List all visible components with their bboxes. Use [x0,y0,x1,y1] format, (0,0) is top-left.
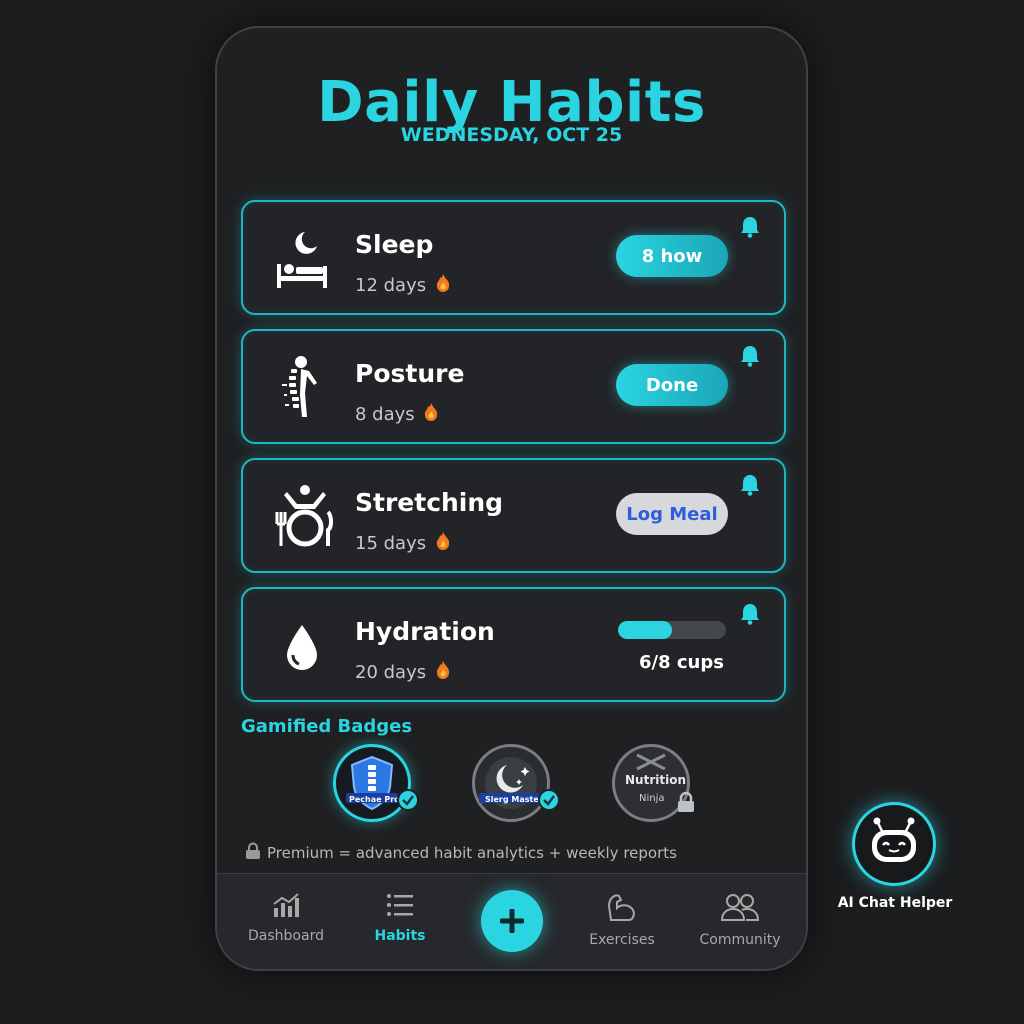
nav-item-community[interactable]: Community [685,892,795,948]
premium-note: Premium = advanced habit analytics + wee… [245,842,677,862]
sleep-bed-moon-icon [277,232,327,288]
badge-nutrition-ninja[interactable]: Nutrition Ninja [612,744,694,822]
badge-label: Pechae Pro [349,795,400,804]
hydration-progress-text: 6/8 cups [639,652,724,673]
habit-streak: 8 days [355,403,438,425]
bottom-nav: Dashboard Habits Exercises Community [217,873,806,969]
water-drop-icon [287,625,317,670]
habit-name: Posture [355,359,465,388]
badge-label: Nutrition [625,773,686,787]
log-meal-button[interactable]: Log Meal [616,493,728,535]
habit-streak-text: 15 days [355,533,427,554]
habit-name: Stretching [355,488,504,517]
lock-icon [246,842,260,859]
habit-action-button[interactable]: Done [616,364,728,406]
bar-chart-icon [273,893,299,917]
nav-item-exercises[interactable]: Exercises [567,892,677,948]
badge-label: Ninja [639,793,665,804]
flame-icon [425,403,438,421]
flame-icon [436,532,449,550]
nav-item-habits[interactable]: Habits [345,892,455,944]
nav-label: Dashboard [248,928,324,944]
bell-icon[interactable] [740,345,760,367]
flame-icon [436,661,449,679]
check-circle-icon [397,789,419,811]
bell-icon[interactable] [740,474,760,496]
check-circle-icon [538,789,560,811]
habit-streak-text: 12 days [355,275,427,296]
nav-label: Community [699,932,781,948]
nav-item-dashboard[interactable]: Dashboard [231,892,341,944]
habit-streak-text: 20 days [355,662,427,683]
bell-icon[interactable] [740,216,760,238]
plus-icon [500,909,524,933]
list-icon [387,894,413,916]
nav-label: Habits [374,928,426,944]
habit-card-stretching[interactable]: Stretching 15 days Log Meal [241,458,786,573]
badge-slerg-master[interactable]: Slerg Master [472,744,560,822]
ai-chat-helper-label: AI Chat Helper [837,895,953,911]
flexed-arm-icon [607,894,635,921]
badge-pechae-pro[interactable]: Pechae Pro [333,744,419,822]
badge-label: Slerg Master [485,795,543,804]
habit-card-posture[interactable]: Posture 8 days Done [241,329,786,444]
habit-action-button[interactable]: 8 how [616,235,728,277]
premium-text: Premium = advanced habit analytics + wee… [267,844,677,862]
hydration-progress-bar [618,621,726,639]
habit-streak: 15 days [355,532,450,554]
robot-face-icon [872,817,916,862]
moon-stars-icon [479,757,543,809]
add-habit-button[interactable] [481,890,543,952]
habit-streak-text: 8 days [355,404,415,425]
flame-icon [436,274,449,292]
habit-name: Hydration [355,617,495,646]
posture-spine-icon [282,356,317,417]
stretching-plate-icon [275,485,333,547]
habit-card-hydration[interactable]: Hydration 20 days 6/8 cups [241,587,786,702]
page-date: WEDNESDAY, OCT 25 [400,124,623,146]
habit-name: Sleep [355,230,434,259]
badges-title: Gamified Badges [241,716,413,737]
habit-streak: 12 days [355,274,450,296]
hydration-progress-fill [618,621,672,639]
habit-card-sleep[interactable]: Sleep 12 days 8 how [241,200,786,315]
nav-label: Exercises [589,932,655,948]
people-icon [720,894,760,921]
habit-streak: 20 days [355,661,450,683]
ai-chat-helper-button[interactable] [852,802,936,886]
bell-icon[interactable] [740,603,760,625]
phone-frame: Daily Habits WEDNESDAY, OCT 25 Sleep 12 … [215,26,808,971]
lock-icon [678,791,694,812]
